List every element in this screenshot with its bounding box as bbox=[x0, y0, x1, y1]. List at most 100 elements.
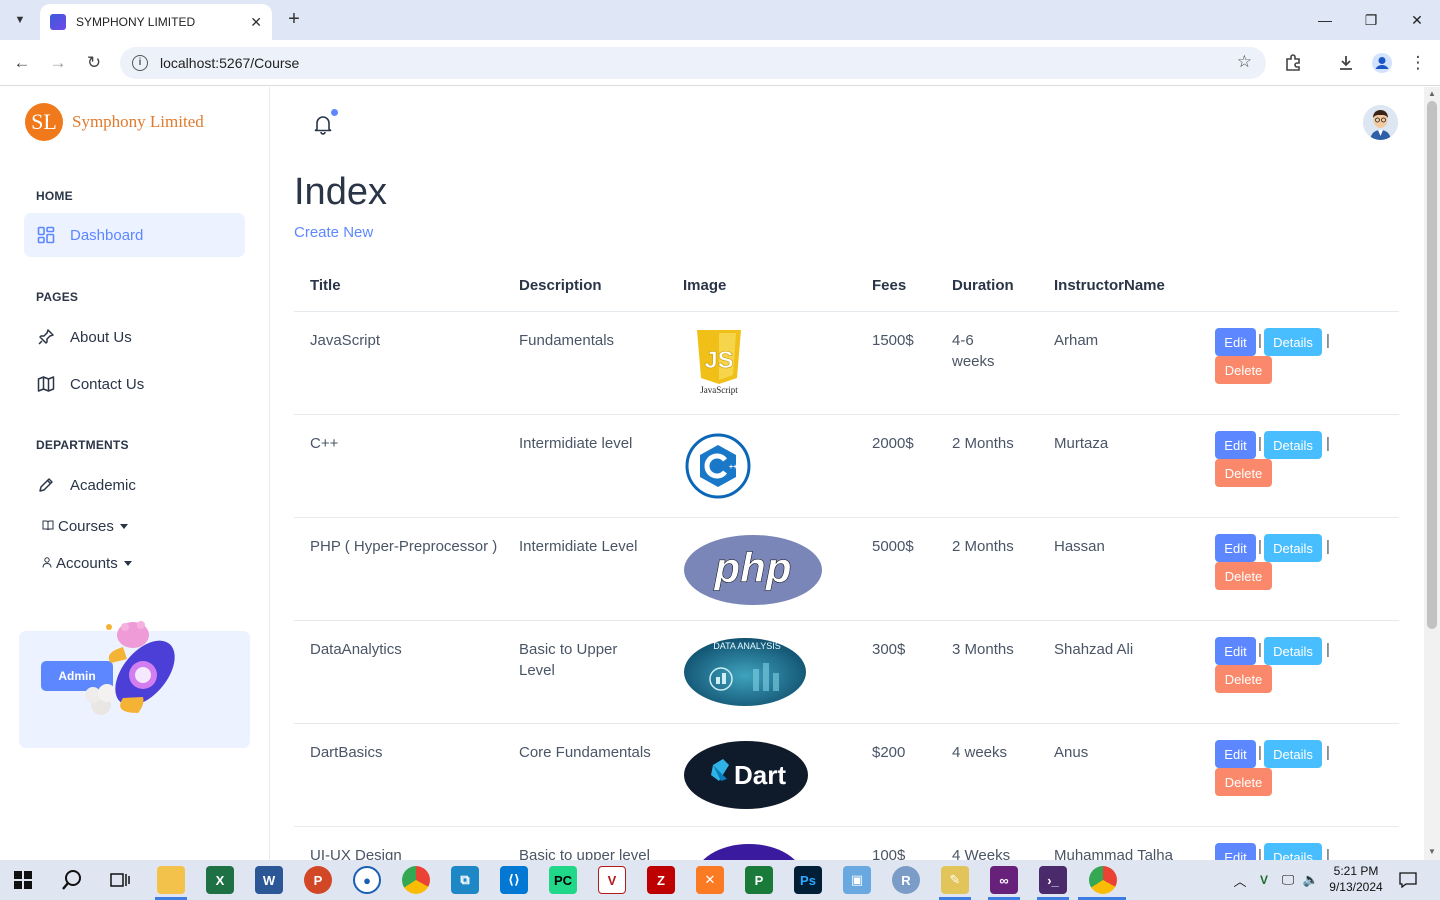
cell-instructor: Anus bbox=[1054, 744, 1089, 761]
app-icon[interactable]: ✎ bbox=[941, 866, 969, 894]
back-icon[interactable]: ← bbox=[8, 49, 36, 77]
filezilla-icon[interactable]: Z bbox=[647, 866, 675, 894]
column-header-image: Image bbox=[683, 277, 727, 294]
details-button[interactable]: Details bbox=[1264, 740, 1322, 768]
delete-button[interactable]: Delete bbox=[1215, 562, 1272, 590]
separator: | bbox=[1258, 332, 1262, 349]
restore-button[interactable]: ❐ bbox=[1348, 0, 1394, 40]
logo-mark: SL bbox=[25, 103, 63, 141]
virtualbox-icon[interactable]: ▣ bbox=[843, 866, 871, 894]
separator: | bbox=[1326, 332, 1330, 349]
sidebar-item-about[interactable]: About Us bbox=[24, 315, 245, 359]
details-button[interactable]: Details bbox=[1264, 328, 1322, 356]
word-icon[interactable]: W bbox=[255, 866, 283, 894]
close-window-button[interactable]: ✕ bbox=[1394, 0, 1440, 40]
cell-duration: 3 Months bbox=[952, 641, 1014, 658]
bell-icon[interactable] bbox=[312, 113, 334, 135]
delete-button[interactable]: Delete bbox=[1215, 665, 1272, 693]
cell-description: Basic to Upper Level bbox=[519, 641, 618, 679]
vscode-icon[interactable]: ⟨⟩ bbox=[500, 866, 528, 894]
cell-fees: $200 bbox=[872, 744, 906, 761]
close-tab-icon[interactable]: ✕ bbox=[250, 14, 262, 31]
browser-tab[interactable]: SYMPHONY LIMITED ✕ bbox=[40, 4, 272, 40]
bookmark-star-icon[interactable]: ☆ bbox=[1237, 52, 1252, 72]
scroll-up-icon[interactable]: ▲ bbox=[1428, 89, 1436, 98]
separator: | bbox=[1326, 641, 1330, 658]
column-header-fees: Fees bbox=[872, 277, 907, 294]
logo-text: Symphony Limited bbox=[72, 112, 204, 131]
table-row: DataAnalytics Basic to Upper Level DATA … bbox=[294, 621, 1399, 724]
delete-button[interactable]: Delete bbox=[1215, 768, 1272, 796]
extensions-icon[interactable] bbox=[1279, 49, 1307, 77]
details-button[interactable]: Details bbox=[1264, 843, 1322, 860]
sidebar-item-academic[interactable]: Academic bbox=[24, 463, 245, 507]
tab-list-button[interactable]: ▼ bbox=[8, 8, 32, 32]
edit-button[interactable]: Edit bbox=[1215, 328, 1256, 356]
browser-tabbar: ▼ SYMPHONY LIMITED ✕ + — ❐ ✕ bbox=[0, 0, 1440, 40]
app-icon[interactable]: ● bbox=[353, 866, 381, 894]
edit-button[interactable]: Edit bbox=[1215, 843, 1256, 860]
delete-button[interactable]: Delete bbox=[1215, 356, 1272, 384]
table-header: Title Description Image Fees Duration In… bbox=[294, 259, 1399, 312]
brand-logo[interactable]: SL Symphony Limited bbox=[25, 103, 204, 141]
cell-duration: 4-6 weeks bbox=[952, 332, 995, 370]
clock[interactable]: 5:21 PM 9/13/2024 bbox=[1326, 863, 1386, 895]
js-logo-text: JS bbox=[704, 347, 733, 374]
xampp-icon[interactable]: ✕ bbox=[696, 866, 724, 894]
edit-button[interactable]: Edit bbox=[1215, 431, 1256, 459]
notifications-icon[interactable] bbox=[1394, 866, 1422, 894]
user-icon bbox=[42, 556, 52, 571]
details-button[interactable]: Details bbox=[1264, 431, 1322, 459]
column-header-title: Title bbox=[310, 277, 341, 294]
task-view-icon[interactable] bbox=[106, 866, 134, 894]
sidebar-item-dashboard[interactable]: Dashboard bbox=[24, 213, 245, 257]
sidebar-item-label: Contact Us bbox=[70, 375, 145, 393]
project-icon[interactable]: P bbox=[745, 866, 773, 894]
edit-button[interactable]: Edit bbox=[1215, 740, 1256, 768]
courses-dropdown-label: Courses bbox=[58, 518, 114, 535]
separator: | bbox=[1258, 641, 1262, 658]
edit-button[interactable]: Edit bbox=[1215, 637, 1256, 665]
cell-title: DartBasics bbox=[310, 744, 383, 761]
chrome-profile-icon[interactable] bbox=[1089, 866, 1117, 894]
scroll-down-icon[interactable]: ▼ bbox=[1428, 847, 1436, 856]
excel-icon[interactable]: X bbox=[206, 866, 234, 894]
details-button[interactable]: Details bbox=[1264, 637, 1322, 665]
pycharm-icon[interactable]: PC bbox=[549, 866, 577, 894]
book-icon bbox=[42, 520, 54, 533]
notification-dot bbox=[331, 109, 338, 116]
accounts-dropdown[interactable]: Accounts bbox=[42, 555, 132, 572]
site-info-icon[interactable]: i bbox=[132, 55, 148, 71]
menu-icon[interactable]: ⋮ bbox=[1404, 49, 1432, 77]
windows-start-icon[interactable] bbox=[9, 866, 37, 894]
forward-icon[interactable]: → bbox=[44, 49, 72, 77]
profile-icon[interactable] bbox=[1368, 49, 1396, 77]
details-button[interactable]: Details bbox=[1264, 534, 1322, 562]
address-bar[interactable]: i localhost:5267/Course ☆ bbox=[120, 47, 1266, 79]
app-icon[interactable]: ⧉ bbox=[451, 866, 479, 894]
cell-fees: 100$ bbox=[872, 847, 906, 860]
scrollbar-thumb[interactable] bbox=[1427, 101, 1437, 629]
volume-icon[interactable]: 🔈 bbox=[1297, 866, 1325, 894]
minimize-button[interactable]: — bbox=[1302, 0, 1348, 40]
create-new-link[interactable]: Create New bbox=[294, 224, 373, 241]
sidebar-item-label: Academic bbox=[70, 476, 136, 494]
new-tab-button[interactable]: + bbox=[282, 8, 306, 32]
courses-dropdown[interactable]: Courses bbox=[42, 518, 128, 535]
r-icon[interactable]: R bbox=[892, 866, 920, 894]
download-icon[interactable] bbox=[1332, 49, 1360, 77]
file-explorer-icon[interactable] bbox=[157, 866, 185, 894]
delete-button[interactable]: Delete bbox=[1215, 459, 1272, 487]
visual-studio-icon[interactable]: ∞ bbox=[990, 866, 1018, 894]
page-scrollbar[interactable]: ▲ ▼ bbox=[1424, 87, 1440, 860]
reload-icon[interactable]: ↻ bbox=[80, 49, 108, 77]
avatar[interactable] bbox=[1363, 105, 1398, 140]
search-icon[interactable] bbox=[58, 866, 86, 894]
terminal-icon[interactable]: ›_ bbox=[1039, 866, 1067, 894]
visual-paradigm-icon[interactable]: V bbox=[598, 866, 626, 894]
edit-button[interactable]: Edit bbox=[1215, 534, 1256, 562]
chrome-icon[interactable] bbox=[402, 866, 430, 894]
photoshop-icon[interactable]: Ps bbox=[794, 866, 822, 894]
sidebar-item-contact[interactable]: Contact Us bbox=[24, 362, 245, 406]
powerpoint-icon[interactable]: P bbox=[304, 866, 332, 894]
